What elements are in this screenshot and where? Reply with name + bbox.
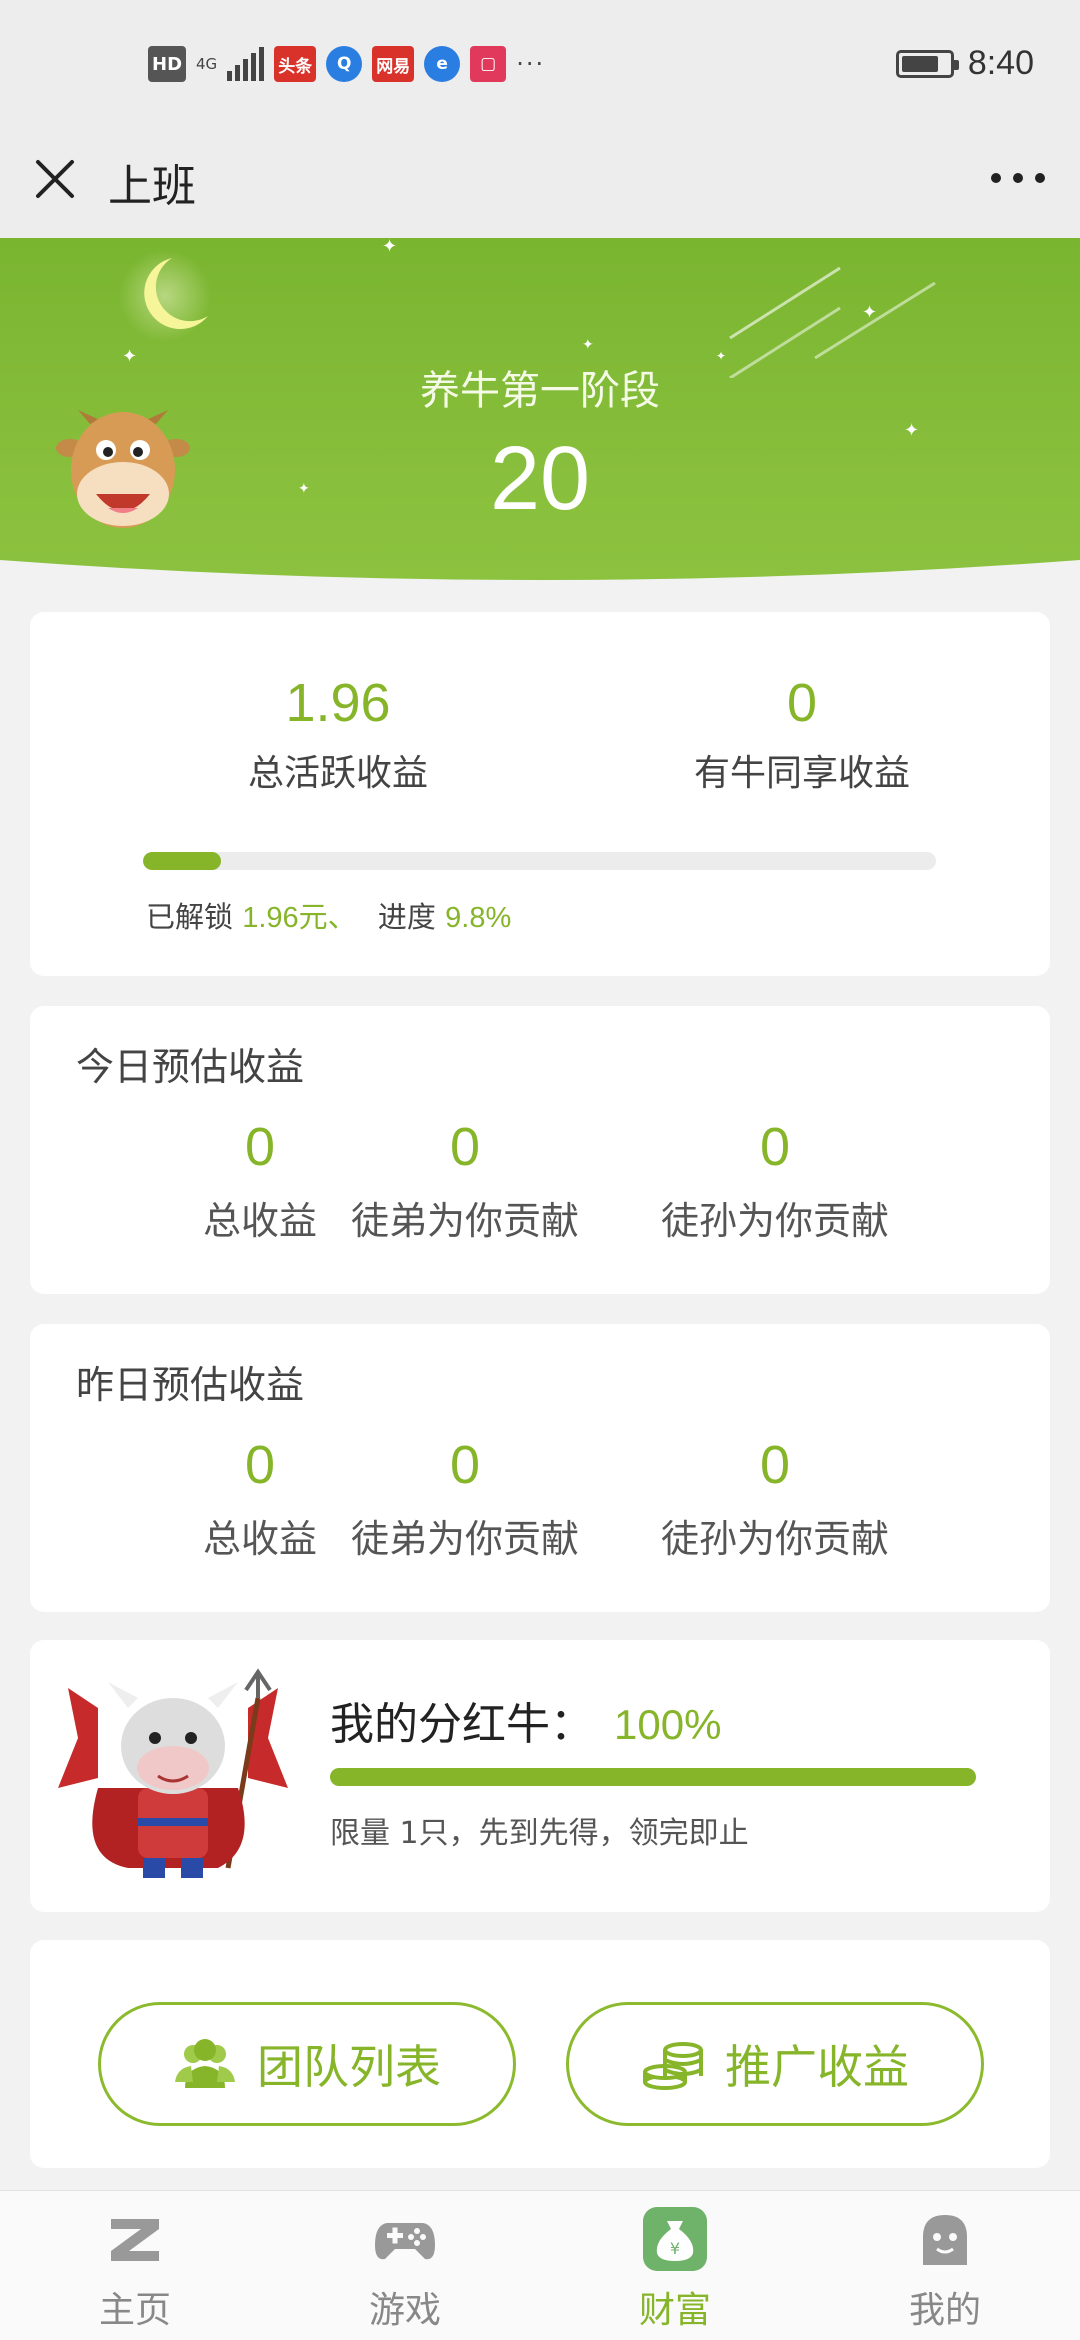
battery-icon <box>895 49 959 78</box>
network-type: 4G <box>196 55 218 73</box>
unlock-progress-bar <box>143 852 936 870</box>
gamepad-icon <box>375 2223 435 2260</box>
today-earnings-card: 今日预估收益 0 总收益 0 徒弟为你贡献 0 徒孙为你贡献 <box>30 1006 1050 1294</box>
coin-stack-icon <box>643 2042 703 2090</box>
actions-card: 团队列表 推广收益 <box>30 1940 1050 2168</box>
tab-wealth[interactable]: ¥ 财富 <box>540 2191 810 2340</box>
shared-earnings-value: 0 <box>786 673 818 733</box>
status-icons: HD 4G 头条 Q 网易 e ▢ ··· <box>148 46 545 82</box>
total-activity-stat: 1.96 总活跃收益 <box>158 672 518 796</box>
hd-badge: HD <box>148 46 187 82</box>
team-list-label: 团队列表 <box>257 2040 441 2094</box>
team-icon <box>175 2039 235 2088</box>
total-activity-value: 1.96 <box>285 673 391 733</box>
bull-mascot-icon <box>58 1668 288 1878</box>
tab-games[interactable]: 游戏 <box>270 2191 540 2340</box>
page-title: 上班 <box>108 161 196 212</box>
home-z-icon <box>111 2219 159 2261</box>
star-icon: ✦ <box>582 337 594 353</box>
svg-text:¥: ¥ <box>670 2239 680 2258</box>
today-grand-apprentice-label: 徒孙为你贡献 <box>660 1199 889 1243</box>
bottom-tab-bar: 主页 游戏 ¥ 财富 我的 <box>0 2190 1080 2340</box>
yesterday-earnings-card: 昨日预估收益 0 总收益 0 徒弟为你贡献 0 徒孙为你贡献 <box>30 1324 1050 1612</box>
promotion-earnings-label: 推广收益 <box>725 2040 909 2094</box>
toutiao-app-icon: 头条 <box>274 46 317 82</box>
yesterday-grand-apprentice-value: 0 <box>759 1435 791 1495</box>
today-grand-apprentice-value: 0 <box>759 1117 791 1177</box>
tab-mine-label: 我的 <box>908 2290 981 2331</box>
tab-home-label: 主页 <box>98 2290 171 2331</box>
unlock-progress-text: 已解锁 1.96元、 进度 9.8% <box>146 894 511 936</box>
moon-icon <box>120 250 211 342</box>
title-bar: 上班 <box>0 130 1080 238</box>
yesterday-earnings-title: 昨日预估收益 <box>76 1363 305 1407</box>
dividend-bull-percent: 100% <box>614 1701 722 1748</box>
status-right: 8:40 <box>895 44 1034 83</box>
progress-value: 9.8% <box>445 902 512 934</box>
unlocked-value: 1.96元、 <box>242 902 357 934</box>
more-notifications-icon: ··· <box>516 50 546 78</box>
stage-number: 20 <box>489 429 591 529</box>
tab-mine[interactable]: 我的 <box>810 2191 1080 2340</box>
dividend-bull-note: 限量 1只，先到先得，领完即止 <box>330 1816 749 1851</box>
shared-earnings-stat: 0 有牛同享收益 <box>622 672 982 796</box>
search-app-icon: Q <box>326 46 363 82</box>
unlock-progress-fill <box>143 852 221 870</box>
dividend-bull-title: 我的分红牛： 100% <box>330 1688 721 1752</box>
tmall-app-icon: ▢ <box>470 46 507 82</box>
star-icon: ✦ <box>382 238 398 257</box>
dividend-bull-label: 我的分红牛： <box>330 1699 594 1750</box>
yesterday-earnings-columns: 0 总收益 0 徒弟为你贡献 0 徒孙为你贡献 <box>30 1434 1050 1563</box>
dividend-bull-card[interactable]: 我的分红牛： 100% 限量 1只，先到先得，领完即止 <box>30 1640 1050 1912</box>
stage-title: 养牛第一阶段 <box>420 368 660 414</box>
dividend-bull-progress-bar <box>330 1768 976 1786</box>
yesterday-grand-apprentice-label: 徒孙为你贡献 <box>660 1517 889 1561</box>
close-icon[interactable] <box>30 154 80 204</box>
more-options-icon[interactable] <box>990 166 1046 190</box>
progress-prefix: 进度 <box>377 900 436 934</box>
today-earnings-title: 今日预估收益 <box>76 1045 305 1089</box>
tab-home[interactable]: 主页 <box>0 2191 270 2340</box>
money-bag-icon: ¥ <box>643 2207 707 2271</box>
team-list-button[interactable]: 团队列表 <box>98 2002 516 2126</box>
signal-icon <box>227 47 265 81</box>
clock: 8:40 <box>967 44 1034 82</box>
unlocked-prefix: 已解锁 <box>146 900 234 934</box>
today-apprentice: 0 徒弟为你贡献 <box>310 1116 620 1245</box>
today-earnings-columns: 0 总收益 0 徒弟为你贡献 0 徒孙为你贡献 <box>30 1116 1050 1245</box>
netease-app-icon: 网易 <box>372 46 415 82</box>
total-activity-label: 总活跃收益 <box>247 753 428 794</box>
yesterday-apprentice: 0 徒弟为你贡献 <box>310 1434 620 1563</box>
today-grand-apprentice: 0 徒孙为你贡献 <box>620 1116 930 1245</box>
promotion-earnings-button[interactable]: 推广收益 <box>566 2002 984 2126</box>
today-apprentice-label: 徒弟为你贡献 <box>350 1199 579 1243</box>
yesterday-apprentice-value: 0 <box>449 1435 481 1495</box>
ghost-face-icon <box>923 2215 967 2265</box>
today-apprentice-value: 0 <box>449 1117 481 1177</box>
yesterday-apprentice-label: 徒弟为你贡献 <box>350 1517 579 1561</box>
tab-wealth-label: 财富 <box>638 2290 711 2331</box>
tab-games-label: 游戏 <box>368 2290 441 2331</box>
browser-app-icon: e <box>424 46 461 82</box>
shared-earnings-label: 有牛同享收益 <box>693 753 910 794</box>
activity-earnings-card: 1.96 总活跃收益 0 有牛同享收益 已解锁 1.96元、 进度 9.8% <box>30 612 1050 976</box>
status-bar: HD 4G 头条 Q 网易 e ▢ ··· 8:40 <box>0 0 1080 130</box>
yesterday-grand-apprentice: 0 徒孙为你贡献 <box>620 1434 930 1563</box>
